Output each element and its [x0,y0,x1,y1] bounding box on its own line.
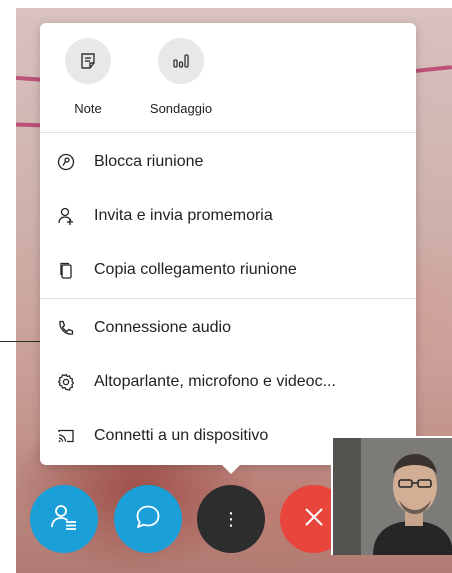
menu-separator [40,132,416,133]
participants-button[interactable] [30,485,98,553]
more-options-icon: ⋮ [222,508,240,530]
chat-icon [133,502,163,537]
poll-icon [158,38,204,84]
more-options-button[interactable]: ⋮ [197,485,265,553]
lock-meeting-icon [57,153,75,171]
self-video-feed [333,438,452,555]
lock-meeting-label: Blocca riunione [94,153,204,170]
gear-icon [57,373,75,391]
menu-separator [40,298,416,299]
add-person-icon [57,207,75,225]
copy-icon [57,261,75,279]
cast-icon [57,427,75,445]
notes-icon [65,38,111,84]
invite-item[interactable]: Invita e invia promemoria [40,196,416,236]
poll-action[interactable]: Sondaggio [141,38,221,116]
phone-icon [57,319,75,337]
notes-label: Note [74,101,102,116]
lock-meeting-item[interactable]: Blocca riunione [40,142,416,182]
invite-label: Invita e invia promemoria [94,207,273,224]
copy-link-item[interactable]: Copia collegamento riunione [40,250,416,290]
poll-label: Sondaggio [149,101,213,116]
device-settings-label: Altoparlante, microfono e videoc... [94,373,336,390]
menu-pointer [221,464,241,474]
notes-action[interactable]: Note [48,38,128,116]
cast-device-label: Connetti a un dispositivo [94,427,269,444]
participants-icon [49,502,79,537]
more-options-menu: Note Sondaggio Blocca riunione Invita e … [40,23,416,465]
audio-connection-label: Connessione audio [94,319,231,336]
self-video-preview [331,436,452,555]
copy-link-label: Copia collegamento riunione [94,261,297,278]
audio-connection-item[interactable]: Connessione audio [40,308,416,348]
device-settings-item[interactable]: Altoparlante, microfono e videoc... [40,362,416,402]
chat-button[interactable] [114,485,182,553]
hang-up-icon [299,502,329,537]
